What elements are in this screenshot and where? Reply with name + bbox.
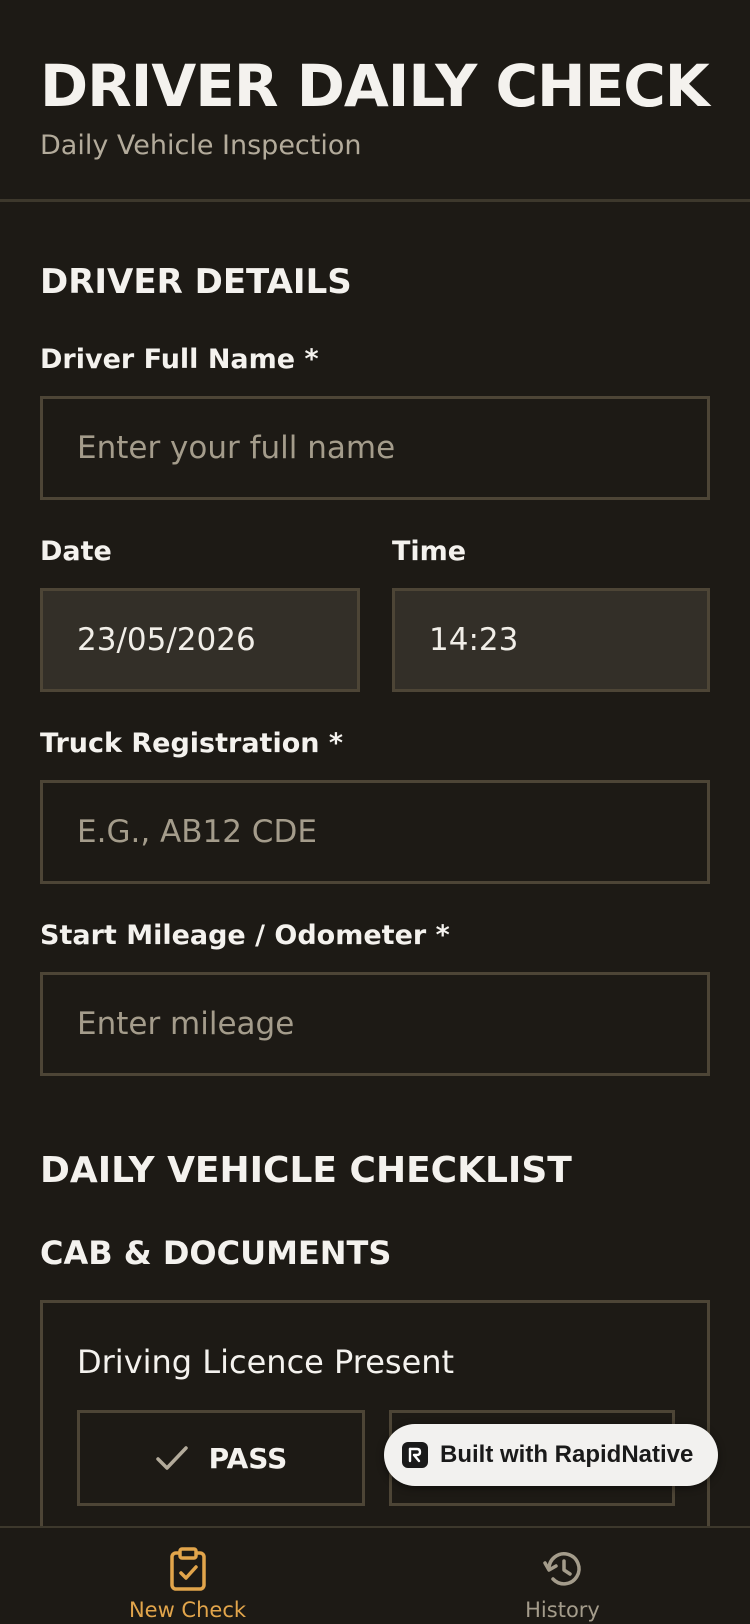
truck-registration-placeholder: E.G., AB12 CDE — [77, 814, 317, 850]
history-icon — [542, 1552, 581, 1586]
truck-registration-input[interactable]: E.G., AB12 CDE — [40, 780, 710, 884]
nav-label-new-check: New Check — [128, 1598, 247, 1622]
driver-details-heading: DRIVER DETAILS — [40, 262, 352, 302]
time-value: 14:23 — [429, 622, 519, 658]
mileage-label: Start Mileage / Odometer * — [40, 920, 450, 951]
truck-registration-label: Truck Registration * — [40, 728, 343, 759]
date-value: 23/05/2026 — [77, 622, 256, 658]
checklist-heading: DAILY VEHICLE CHECKLIST — [40, 1150, 572, 1191]
nav-item-history[interactable]: History — [375, 1528, 750, 1624]
checklist-item-label: Driving Licence Present — [77, 1343, 455, 1381]
nav-label-history: History — [525, 1598, 600, 1622]
pass-label: PASS — [208, 1441, 288, 1475]
check-icon — [155, 1446, 188, 1470]
category-heading: CAB & DOCUMENTS — [40, 1234, 392, 1272]
nav-item-new-check[interactable]: New Check — [0, 1528, 375, 1624]
driver-name-label: Driver Full Name * — [40, 344, 319, 375]
date-label: Date — [40, 536, 112, 567]
mileage-input[interactable]: Enter mileage — [40, 972, 710, 1076]
mileage-placeholder: Enter mileage — [77, 1006, 295, 1042]
driver-name-input[interactable]: Enter your full name — [40, 396, 710, 500]
clipboard-check-icon — [169, 1547, 206, 1591]
rapidnative-logo-icon — [402, 1442, 428, 1468]
built-with-badge[interactable]: Built with RapidNative — [384, 1424, 718, 1486]
bottom-nav: New Check History — [0, 1526, 750, 1624]
page-subtitle: Daily Vehicle Inspection — [40, 130, 362, 161]
pass-button[interactable]: PASS — [77, 1410, 365, 1506]
date-input[interactable]: 23/05/2026 — [40, 588, 360, 692]
driver-name-placeholder: Enter your full name — [77, 430, 396, 466]
page-title: DRIVER DAILY CHECK — [40, 52, 710, 120]
time-label: Time — [392, 536, 467, 567]
header: DRIVER DAILY CHECK Daily Vehicle Inspect… — [0, 0, 750, 202]
time-input[interactable]: 14:23 — [392, 588, 710, 692]
badge-text: Built with RapidNative — [440, 1441, 694, 1468]
